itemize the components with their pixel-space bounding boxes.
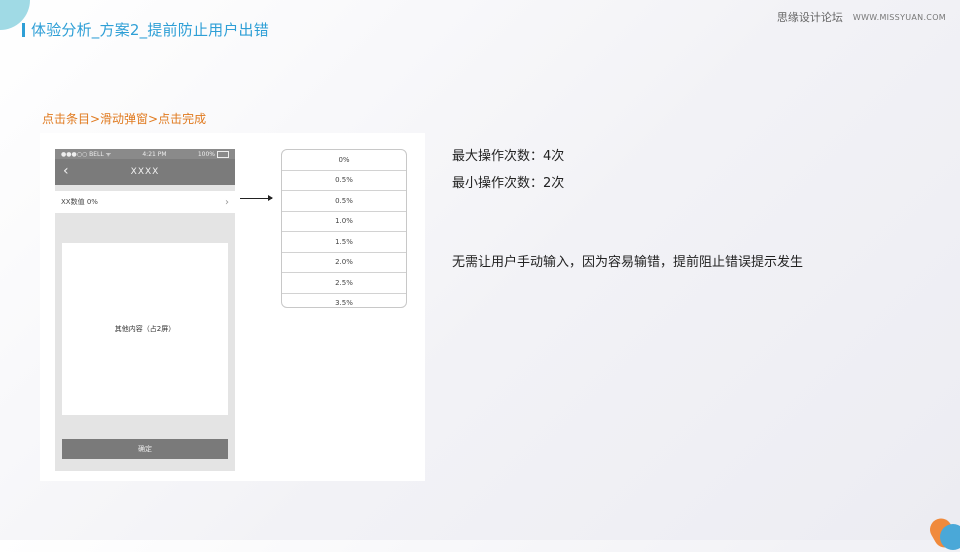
slide-title-text: 体验分析_方案2_提前防止用户出错: [31, 21, 269, 39]
wireframe-panel: ●●●○○ BELL ᯤ 4:21 PM 100% ‹ XXXX XX数值 0%…: [40, 133, 425, 481]
watermark-site-url: WWW.MISSYUAN.COM: [852, 12, 946, 22]
status-bar: ●●●○○ BELL ᯤ 4:21 PM 100%: [55, 149, 235, 159]
status-time: 4:21 PM: [142, 150, 167, 158]
other-content-box: 其他内容（占2屏）: [62, 243, 228, 415]
note-text: 无需让用户手动输入，因为容易输错，提前阻止错误提示发生: [452, 255, 804, 270]
nav-bar: ‹ XXXX: [55, 159, 235, 185]
slide-title: 体验分析_方案2_提前防止用户出错: [22, 19, 269, 40]
battery-icon: [217, 150, 229, 158]
min-operations-text: 最小操作次数：2次: [452, 176, 565, 191]
max-operations-text: 最大操作次数：4次: [452, 149, 565, 164]
battery-percent: 100%: [197, 150, 215, 158]
watermark: 思缘设计论坛 WWW.MISSYUAN.COM: [777, 9, 946, 25]
picker-option[interactable]: 0%: [282, 150, 406, 171]
picker-option[interactable]: 1.5%: [282, 232, 406, 253]
picker-option[interactable]: 0.5%: [282, 191, 406, 212]
decor-shape-bottom-right-blue: [940, 524, 960, 550]
phone-wireframe: ●●●○○ BELL ᯤ 4:21 PM 100% ‹ XXXX XX数值 0%…: [55, 149, 235, 471]
setting-row-value[interactable]: XX数值 0% ›: [55, 191, 235, 213]
flow-label: 点击条目>滑动弹窗>点击完成: [42, 112, 207, 126]
value-picker[interactable]: 0% 0.5% 0.5% 1.0% 1.5% 2.0% 2.5% 3.5%: [281, 149, 407, 308]
status-carrier: ●●●○○ BELL ᯤ: [61, 151, 112, 158]
picker-option[interactable]: 1.0%: [282, 212, 406, 232]
nav-title: XXXX: [130, 167, 160, 177]
setting-row-label: XX数值 0%: [61, 198, 98, 206]
confirm-button[interactable]: 确定: [62, 439, 228, 459]
picker-option[interactable]: 0.5%: [282, 171, 406, 191]
watermark-site-name: 思缘设计论坛: [776, 11, 843, 24]
picker-option[interactable]: 2.5%: [282, 273, 406, 294]
picker-option[interactable]: 2.0%: [282, 253, 406, 273]
status-battery: 100%: [197, 150, 229, 158]
back-icon[interactable]: ‹: [63, 163, 70, 179]
arrow-right-icon: [240, 195, 273, 201]
chevron-right-icon: ›: [225, 196, 229, 208]
title-bar-marker: [22, 22, 25, 37]
other-content-text: 其他内容（占2屏）: [114, 325, 176, 333]
picker-option[interactable]: 3.5%: [282, 294, 406, 307]
